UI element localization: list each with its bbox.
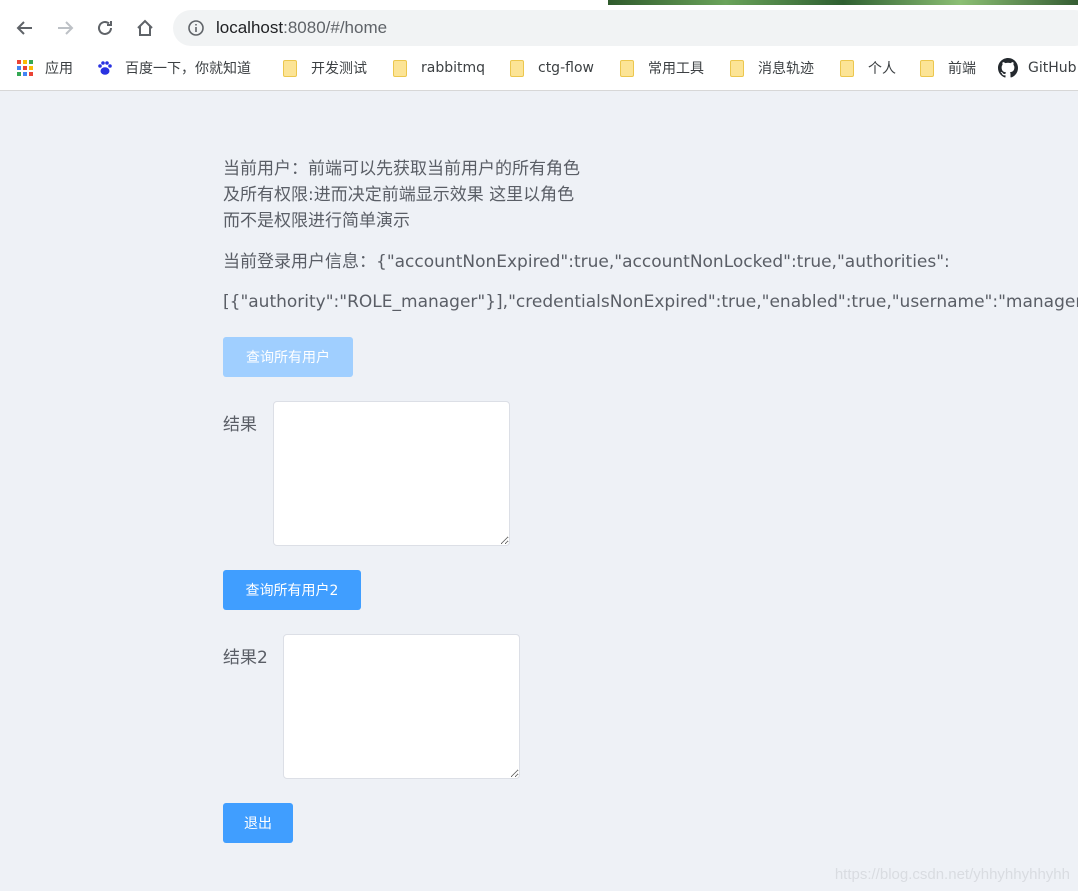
bookmark-folder-rabbitmq[interactable]: rabbitmq bbox=[393, 57, 485, 79]
bookmark-folder-message-trace[interactable]: 消息轨迹 bbox=[730, 57, 814, 79]
result-label: 结果 bbox=[223, 415, 257, 435]
bookmark-label: 个人 bbox=[868, 61, 896, 77]
reload-button[interactable] bbox=[91, 14, 119, 42]
bookmark-label: 应用 bbox=[45, 61, 73, 77]
reload-icon bbox=[98, 20, 112, 35]
url-host: localhost bbox=[216, 18, 284, 37]
bookmark-apps[interactable]: 应用 bbox=[17, 57, 73, 79]
bookmark-baidu[interactable]: 百度一下，你就知道 bbox=[97, 57, 251, 79]
bookmark-label: 百度一下，你就知道 bbox=[125, 61, 251, 77]
bookmark-label: rabbitmq bbox=[421, 60, 486, 76]
forward-button[interactable] bbox=[51, 14, 79, 42]
bookmark-label: 开发测试 bbox=[311, 61, 367, 77]
folder-icon bbox=[920, 59, 934, 77]
bookmark-folder-tools[interactable]: 常用工具 bbox=[620, 57, 704, 79]
bookmark-label: 前端 bbox=[948, 61, 976, 77]
role-description: 当前用户：前端可以先获取当前用户的所有角色 及所有权限:进而决定前端显示效果 这… bbox=[223, 156, 623, 234]
result2-label: 结果2 bbox=[223, 648, 268, 668]
folder-icon bbox=[730, 59, 744, 77]
result2-textarea[interactable] bbox=[283, 634, 520, 779]
url-text: localhost:8080/#/home bbox=[216, 18, 387, 38]
bookmark-folder-personal[interactable]: 个人 bbox=[840, 57, 896, 79]
bookmark-label: ctg-flow bbox=[538, 60, 594, 76]
home-icon bbox=[137, 19, 153, 36]
url-path: :8080/#/home bbox=[283, 18, 388, 37]
github-icon bbox=[998, 58, 1018, 78]
bookmark-folder-ctg-flow[interactable]: ctg-flow bbox=[510, 57, 594, 79]
description-line: 当前用户：前端可以先获取当前用户的所有角色 bbox=[223, 159, 580, 179]
bookmark-folder-dev-test[interactable]: 开发测试 bbox=[283, 57, 367, 79]
bookmark-github[interactable]: GitHub bbox=[998, 57, 1077, 79]
bookmarks-bar: 应用 百度一下，你就知道 开发测试 rabbitmq ctg-flow 常用工具… bbox=[0, 53, 1078, 83]
browser-toolbar: localhost:8080/#/home bbox=[0, 5, 1078, 51]
folder-icon bbox=[840, 59, 854, 77]
bookmark-label: 消息轨迹 bbox=[758, 61, 814, 77]
folder-icon bbox=[283, 59, 297, 77]
watermark: https://blog.csdn.net/yhhyhhyhhyhh bbox=[834, 866, 1070, 883]
folder-icon bbox=[510, 59, 524, 77]
bookmark-label: GitHub bbox=[1028, 60, 1077, 76]
back-button[interactable] bbox=[11, 14, 39, 42]
result-textarea[interactable] bbox=[273, 401, 510, 546]
bookmark-label: 常用工具 bbox=[648, 61, 704, 77]
arrow-right-icon bbox=[58, 21, 74, 35]
description-line: 而不是权限进行简单演示 bbox=[223, 211, 410, 231]
arrow-left-icon bbox=[16, 21, 32, 35]
logout-button[interactable]: 退出 bbox=[223, 803, 293, 843]
userinfo-line: 当前登录用户信息：{"accountNonExpired":true,"acco… bbox=[223, 252, 950, 272]
home-button[interactable] bbox=[131, 14, 159, 42]
address-bar[interactable]: localhost:8080/#/home bbox=[173, 10, 1078, 46]
info-icon bbox=[188, 20, 204, 36]
query-all-users-button[interactable]: 查询所有用户 bbox=[223, 337, 353, 377]
browser-chrome: localhost:8080/#/home 应用 百度一下，你就知道 开发测试 … bbox=[0, 0, 1078, 91]
current-user-info: 当前登录用户信息：{"accountNonExpired":true,"acco… bbox=[223, 242, 1078, 322]
page-body: 当前用户：前端可以先获取当前用户的所有角色 及所有权限:进而决定前端显示效果 这… bbox=[0, 92, 1078, 891]
userinfo-line: [{"authority":"ROLE_manager"}],"credenti… bbox=[223, 292, 1078, 312]
bookmark-folder-frontend[interactable]: 前端 bbox=[920, 57, 976, 79]
query-all-users2-button[interactable]: 查询所有用户2 bbox=[223, 570, 361, 610]
folder-icon bbox=[620, 59, 634, 77]
folder-icon bbox=[393, 59, 407, 77]
description-line: 及所有权限:进而决定前端显示效果 这里以角色 bbox=[223, 185, 575, 205]
baidu-paw-icon bbox=[98, 61, 112, 75]
apps-grid-icon bbox=[17, 60, 33, 76]
